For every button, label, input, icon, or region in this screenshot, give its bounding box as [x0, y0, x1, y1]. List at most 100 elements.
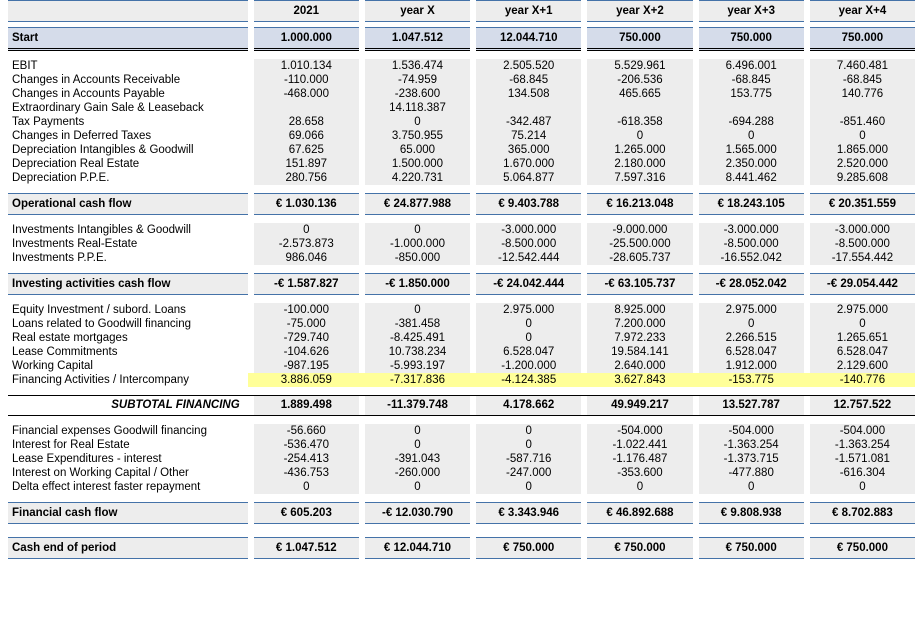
operational-total-row: Operational cash flow € 1.030.136 € 24.8…	[8, 193, 915, 215]
data-cell: 6.528.047	[476, 345, 582, 359]
row-label: Interest on Working Capital / Other	[12, 467, 189, 479]
data-cell: 3.627.843	[587, 373, 693, 387]
spacer-cell	[8, 494, 915, 502]
data-cell: 28.658	[253, 115, 359, 129]
data-cell: 0	[364, 115, 471, 129]
data-cell: -68.845	[809, 73, 915, 87]
operational-total-label: Operational cash flow	[8, 193, 248, 215]
spacer-row	[8, 387, 915, 395]
data-cell: 0	[364, 438, 471, 452]
row-label: Financial expenses Goodwill financing	[12, 425, 207, 437]
data-cell: 65.000	[364, 143, 471, 157]
operational-row: Depreciation Intangibles & Goodwill 67.6…	[8, 143, 915, 157]
start-value: 1.000.000	[253, 27, 359, 51]
data-cell: 7.597.316	[587, 171, 693, 185]
data-cell: 0	[587, 480, 693, 494]
investing-total-value: -€ 24.042.444	[476, 273, 582, 295]
data-cell: 365.000	[476, 143, 582, 157]
financing-row: Loans related to Goodwill financing -75.…	[8, 317, 915, 331]
data-cell: 2.505.520	[476, 59, 582, 73]
data-cell: 1.265.651	[809, 331, 915, 345]
data-cell: -504.000	[587, 424, 693, 438]
cash-end-value: € 1.047.512	[253, 537, 359, 559]
data-cell: 0	[809, 317, 915, 331]
data-cell: 0	[364, 480, 471, 494]
spacer-cell	[8, 215, 915, 223]
operational-total-value: € 24.877.988	[364, 193, 471, 215]
investing-total-value: -€ 63.105.737	[587, 273, 693, 295]
row-label: Changes in Deferred Taxes	[12, 130, 152, 142]
data-cell: 3.886.059	[253, 373, 359, 387]
financial-total-value: -€ 12.030.790	[364, 502, 471, 524]
data-cell: 19.584.141	[587, 345, 693, 359]
data-cell: 0	[809, 129, 915, 143]
financing-subtotal-value: 49.949.217	[587, 395, 693, 416]
data-cell: 986.046	[253, 251, 359, 265]
data-cell: -616.304	[809, 466, 915, 480]
start-value: 750.000	[698, 27, 804, 51]
header-corner	[8, 0, 248, 22]
operational-total-value: € 1.030.136	[253, 193, 359, 215]
data-cell: -17.554.442	[809, 251, 915, 265]
data-cell: -8.425.491	[364, 331, 471, 345]
financing-row: Real estate mortgages -729.740 -8.425.49…	[8, 331, 915, 345]
data-cell: -5.993.197	[364, 359, 471, 373]
data-cell: -477.880	[698, 466, 804, 480]
data-cell: -1.571.081	[809, 452, 915, 466]
data-cell: -504.000	[698, 424, 804, 438]
row-label: Depreciation Real Estate	[12, 158, 140, 170]
start-row: Start 1.000.000 1.047.512 12.044.710 750…	[8, 27, 915, 51]
financial-total-value: € 3.343.946	[476, 502, 582, 524]
financing-subtotal-value: 13.527.787	[698, 395, 804, 416]
start-value: 750.000	[587, 27, 693, 51]
financing-row: Lease Commitments -104.626 10.738.234 6.…	[8, 345, 915, 359]
data-cell: -850.000	[364, 251, 471, 265]
data-cell: -1.200.000	[476, 359, 582, 373]
data-cell: 0	[364, 424, 471, 438]
operational-row: Changes in Accounts Receivable -110.000 …	[8, 73, 915, 87]
financing-row: Equity Investment / subord. Loans -100.0…	[8, 303, 915, 317]
data-cell: 0	[476, 331, 582, 345]
data-cell: 5.529.961	[587, 59, 693, 73]
data-cell: -618.358	[587, 115, 693, 129]
investing-total-value: -€ 1.587.827	[253, 273, 359, 295]
spacer-row	[8, 416, 915, 424]
data-cell: -504.000	[809, 424, 915, 438]
data-cell: 0	[476, 438, 582, 452]
data-cell: 2.975.000	[698, 303, 804, 317]
data-cell: 0	[364, 223, 471, 237]
operational-total-value: € 16.213.048	[587, 193, 693, 215]
spacer-cell	[8, 295, 915, 303]
data-cell: -238.600	[364, 87, 471, 101]
data-cell: 1.265.000	[587, 143, 693, 157]
data-cell: 465.665	[587, 87, 693, 101]
data-cell: 6.528.047	[698, 345, 804, 359]
financing-subtotal-row: SUBTOTAL FINANCING 1.889.498 -11.379.748…	[8, 395, 915, 416]
data-cell: 6.496.001	[698, 59, 804, 73]
data-cell	[698, 101, 804, 115]
data-cell: 134.508	[476, 87, 582, 101]
data-cell: -2.573.873	[253, 237, 359, 251]
data-cell: -536.470	[253, 438, 359, 452]
data-cell: -987.195	[253, 359, 359, 373]
data-cell: -28.605.737	[587, 251, 693, 265]
row-label: Delta effect interest faster repayment	[12, 481, 201, 493]
cash-flow-spreadsheet: 2021 year X year X+1 year X+2 year X+3 y…	[0, 0, 915, 625]
data-cell: 6.528.047	[809, 345, 915, 359]
data-cell: -16.552.042	[698, 251, 804, 265]
row-label: Interest for Real Estate	[12, 439, 130, 451]
data-cell: -694.288	[698, 115, 804, 129]
column-header-row: 2021 year X year X+1 year X+2 year X+3 y…	[8, 0, 915, 22]
row-label: Extraordinary Gain Sale & Leaseback	[12, 102, 204, 114]
row-label: Depreciation Intangibles & Goodwill	[12, 144, 194, 156]
data-cell	[587, 101, 693, 115]
row-label: Equity Investment / subord. Loans	[12, 304, 186, 316]
data-cell: 3.750.955	[364, 129, 471, 143]
data-cell: -140.776	[809, 373, 915, 387]
operational-row: Changes in Deferred Taxes 69.066 3.750.9…	[8, 129, 915, 143]
data-cell: 0	[698, 317, 804, 331]
data-cell: 0	[253, 480, 359, 494]
financing-subtotal-value: -11.379.748	[364, 395, 471, 416]
spacer-cell	[8, 524, 915, 537]
investing-row: Investments Intangibles & Goodwill 0 0 -…	[8, 223, 915, 237]
